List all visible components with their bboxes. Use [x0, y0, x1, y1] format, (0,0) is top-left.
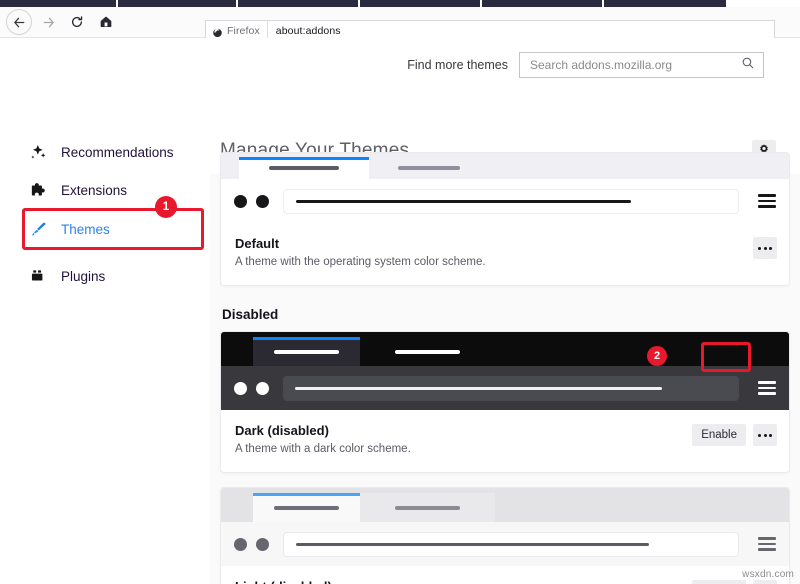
- forward-button[interactable]: [35, 9, 61, 35]
- theme-card-info: Default A theme with the operating syste…: [221, 223, 789, 285]
- firefox-logo-icon: [212, 25, 223, 38]
- themes-scroll-area[interactable]: Default A theme with the operating syste…: [210, 152, 800, 584]
- sidebar-item-extensions[interactable]: Extensions: [28, 175, 127, 205]
- navigation-toolbar: Firefox about:addons: [0, 7, 800, 41]
- more-options-icon[interactable]: [753, 237, 777, 259]
- theme-card-info: Dark (disabled) A theme with a dark colo…: [221, 410, 789, 472]
- plugin-blocks-icon: [28, 266, 48, 286]
- sidebar-item-label: Themes: [61, 221, 110, 237]
- more-options-icon[interactable]: [753, 424, 777, 446]
- theme-card-light[interactable]: Light (disabled) A theme with a light co…: [220, 487, 790, 584]
- tab-strip: [0, 0, 800, 7]
- hamburger-icon: [758, 194, 776, 208]
- reload-button[interactable]: [64, 9, 90, 35]
- sidebar: 1 Recommendations Extensions Themes Plug…: [0, 96, 210, 584]
- search-box[interactable]: [519, 52, 764, 78]
- sidebar-item-label: Plugins: [61, 268, 106, 284]
- sidebar-item-label: Recommendations: [61, 144, 174, 160]
- sparkle-icon: [28, 142, 48, 162]
- home-button[interactable]: [93, 9, 119, 35]
- theme-card-dark[interactable]: Dark (disabled) A theme with a dark colo…: [220, 331, 790, 473]
- tab-strip-empty: [726, 0, 800, 7]
- watermark: wsxdn.com: [742, 569, 794, 580]
- search-input[interactable]: [530, 58, 741, 72]
- theme-preview-default: [221, 153, 789, 223]
- section-heading-disabled: Disabled: [222, 307, 279, 322]
- annotation-badge-2: 2: [647, 346, 667, 366]
- search-icon[interactable]: [741, 56, 755, 75]
- browser-chrome: Firefox about:addons: [0, 0, 800, 41]
- home-icon: [99, 15, 113, 29]
- sidebar-item-label: Extensions: [61, 182, 128, 198]
- hamburger-icon: [758, 381, 776, 395]
- tab-strip-segment[interactable]: [0, 0, 118, 7]
- sidebar-item-recommendations[interactable]: Recommendations: [28, 137, 174, 167]
- reload-icon: [70, 15, 84, 29]
- theme-card-actions: Enable: [692, 580, 777, 584]
- find-more-themes-row: Find more themes: [407, 52, 764, 78]
- enable-button[interactable]: Enable: [692, 580, 746, 584]
- theme-name: Default: [235, 236, 280, 251]
- theme-description: A theme with the operating system color …: [235, 256, 486, 268]
- tab-strip-segment[interactable]: [238, 0, 360, 7]
- theme-preview-light: [221, 488, 789, 566]
- sidebar-item-themes[interactable]: Themes: [28, 214, 110, 244]
- main-content: Manage Your Themes Default A theme with …: [210, 96, 800, 584]
- theme-preview-dark: [221, 332, 789, 410]
- tab-strip-segment[interactable]: [360, 0, 482, 7]
- find-more-themes-label: Find more themes: [407, 58, 508, 72]
- theme-card-actions: Enable: [692, 424, 777, 446]
- hamburger-icon: [758, 537, 776, 551]
- tab-strip-segment[interactable]: [118, 0, 238, 7]
- annotation-badge-1: 1: [155, 196, 177, 218]
- theme-card-info: Light (disabled) A theme with a light co…: [221, 566, 789, 584]
- arrow-left-icon: [12, 15, 27, 30]
- puzzle-piece-icon: [28, 180, 48, 200]
- tab-strip-segment[interactable]: [604, 0, 726, 7]
- enable-button[interactable]: Enable: [692, 424, 746, 446]
- back-button[interactable]: [6, 9, 32, 35]
- paintbrush-icon: [28, 219, 48, 239]
- theme-card-default[interactable]: Default A theme with the operating syste…: [220, 152, 790, 286]
- tab-strip-segment[interactable]: [482, 0, 604, 7]
- arrow-right-icon: [41, 15, 56, 30]
- addons-page: Find more themes 1 Recommendations: [0, 38, 800, 584]
- more-options-icon[interactable]: [753, 580, 777, 584]
- theme-card-actions: [753, 237, 777, 259]
- sidebar-item-plugins[interactable]: Plugins: [28, 261, 105, 291]
- url-text[interactable]: about:addons: [268, 25, 341, 37]
- identity-label: Firefox: [227, 24, 260, 37]
